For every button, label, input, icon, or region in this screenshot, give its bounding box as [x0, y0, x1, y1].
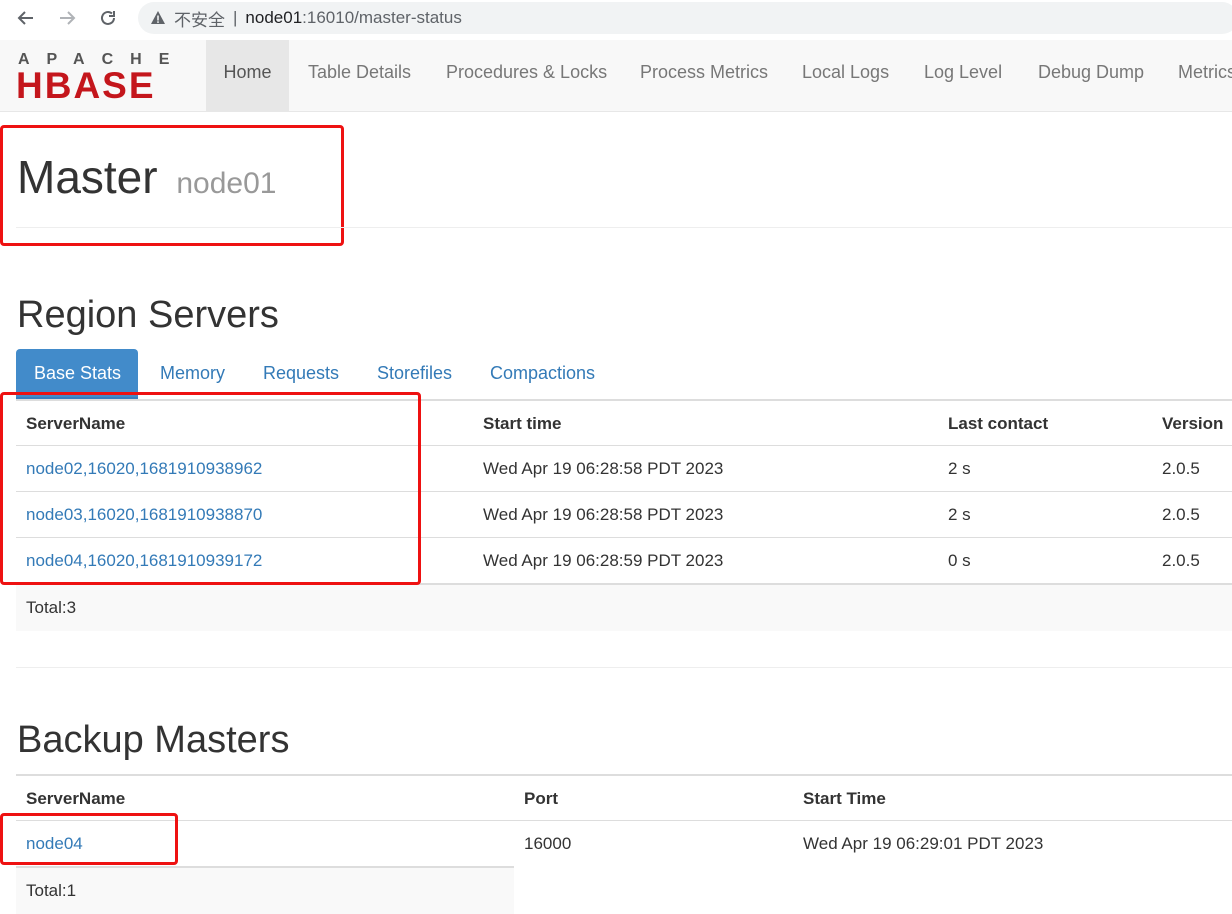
start-time: Wed Apr 19 06:28:58 PDT 2023 [483, 459, 724, 478]
nav-debug-dump[interactable]: Debug Dump [1038, 40, 1144, 111]
nav-table-details[interactable]: Table Details [308, 40, 411, 111]
nav-home[interactable]: Home [206, 40, 289, 111]
reload-icon[interactable] [96, 6, 120, 30]
nav-metrics[interactable]: Metrics [1178, 40, 1232, 111]
table-total-row: Total:3 [16, 583, 1232, 631]
total-count: Total:1 [26, 881, 77, 900]
tab-base-stats[interactable]: Base Stats [16, 349, 138, 397]
divider [16, 227, 1232, 228]
hbase-navbar: APACHE HBASE Home Table Details Procedur… [0, 40, 1232, 112]
start-time: Wed Apr 19 06:29:01 PDT 2023 [803, 834, 1044, 853]
version: 2.0.5 [1162, 459, 1200, 478]
start-time: Wed Apr 19 06:28:59 PDT 2023 [483, 551, 724, 570]
version: 2.0.5 [1162, 551, 1200, 570]
table-header-row: ServerName Port Start Time [16, 774, 1232, 822]
divider [16, 667, 1232, 668]
col-version: Version [1162, 414, 1224, 433]
total-count: Total:3 [26, 598, 77, 617]
forward-icon[interactable] [55, 6, 79, 30]
warning-icon[interactable] [150, 10, 166, 26]
col-last-contact: Last contact [948, 414, 1049, 433]
table-total-row: Total:1 [16, 866, 514, 914]
hbase-logo[interactable]: APACHE HBASE [16, 50, 188, 106]
last-contact: 2 s [948, 505, 971, 524]
tab-storefiles[interactable]: Storefiles [359, 349, 470, 397]
table-row: node04 16000 Wed Apr 19 06:29:01 PDT 202… [16, 820, 1232, 867]
nav-log-level[interactable]: Log Level [924, 40, 1002, 111]
nav-procedures-locks[interactable]: Procedures & Locks [446, 40, 607, 111]
security-label[interactable]: 不安全 [174, 6, 225, 31]
region-servers-heading: Region Servers [17, 294, 279, 336]
col-port: Port [524, 789, 558, 808]
nav-process-metrics[interactable]: Process Metrics [640, 40, 768, 111]
last-contact: 2 s [948, 459, 971, 478]
nav-local-logs[interactable]: Local Logs [802, 40, 889, 111]
annotation-box-backup [0, 813, 178, 865]
backup-masters-heading: Backup Masters [17, 719, 290, 761]
address-bar[interactable]: 不安全 | node01:16010/master-status [138, 2, 1232, 34]
last-contact: 0 s [948, 551, 971, 570]
tab-compactions[interactable]: Compactions [472, 349, 613, 397]
version: 2.0.5 [1162, 505, 1200, 524]
port: 16000 [524, 834, 572, 853]
url-separator: | [233, 8, 238, 27]
annotation-box-servers [0, 392, 421, 585]
url-path[interactable]: :16010/master-status [302, 8, 462, 28]
logo-main-text: HBASE [16, 65, 156, 102]
back-icon[interactable] [14, 6, 38, 30]
url-host[interactable]: node01 [245, 8, 302, 28]
col-start-time: Start Time [803, 789, 886, 808]
browser-toolbar: 不安全 | node01:16010/master-status [0, 0, 1232, 40]
start-time: Wed Apr 19 06:28:58 PDT 2023 [483, 505, 724, 524]
tab-memory[interactable]: Memory [142, 349, 243, 397]
tab-requests[interactable]: Requests [245, 349, 357, 397]
col-start-time: Start time [483, 414, 562, 433]
